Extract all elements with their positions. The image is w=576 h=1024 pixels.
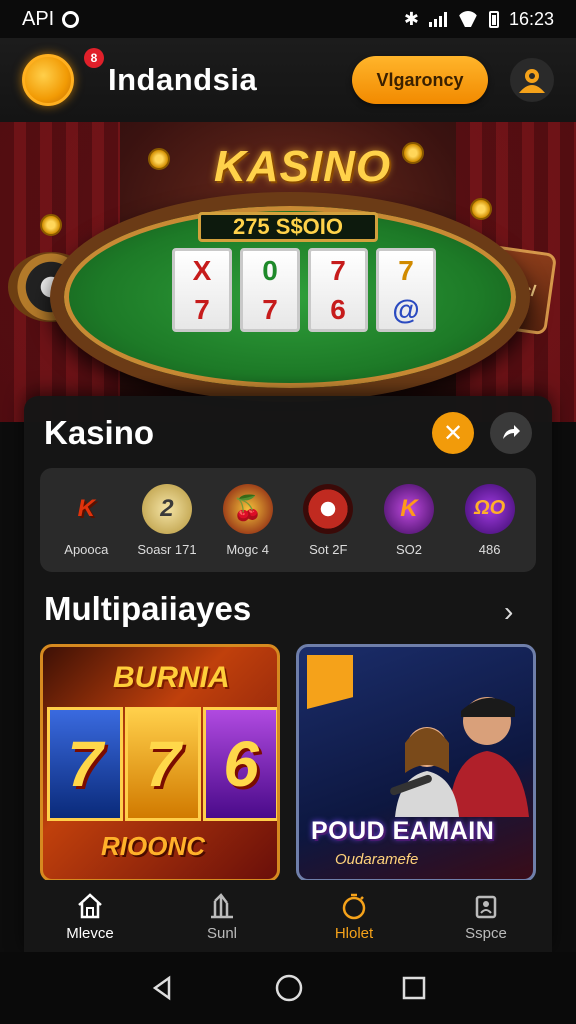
- coin-icon: [402, 142, 424, 164]
- chevron-right-icon[interactable]: ›: [504, 596, 513, 628]
- carrier-label: API: [22, 7, 55, 30]
- chart-icon: [211, 892, 233, 918]
- game-item[interactable]: ◎ Sot 2F: [292, 483, 364, 557]
- card-tag-icon: [307, 655, 353, 709]
- notification-badge[interactable]: 8: [84, 48, 104, 68]
- cherry-icon: 🍒: [222, 483, 273, 534]
- game-item[interactable]: K SO2: [373, 483, 445, 557]
- profile-avatar[interactable]: [510, 58, 554, 102]
- tab-hot[interactable]: Hlolet: [288, 880, 420, 952]
- battery-icon: [488, 10, 499, 28]
- tab-label: Sunl: [206, 924, 238, 942]
- slot-reel: 7 @: [376, 248, 436, 332]
- slot-reel: 07: [240, 248, 300, 332]
- game-label: SO2: [395, 541, 422, 557]
- coin-icon: [470, 198, 492, 220]
- game-label: Mogc 4: [226, 541, 269, 557]
- jackpot-ticker: 275 S$OIO: [198, 212, 378, 242]
- game-item[interactable]: 2 Soasr 171: [131, 483, 203, 557]
- game-shortcuts: K Apooca 2 Soasr 171 🍒 Mogc 4 ◎ Sot 2F K…: [40, 468, 536, 572]
- timer-icon: [342, 893, 366, 919]
- app-logo-icon[interactable]: [22, 54, 74, 106]
- signal-icon: [428, 11, 447, 27]
- profile-icon: [475, 895, 497, 918]
- game-number-icon: 2: [141, 483, 192, 534]
- slot-reel: 76: [308, 248, 368, 332]
- wifi-icon: [457, 11, 479, 27]
- game-item[interactable]: ΩO 486: [454, 483, 526, 557]
- app-title: Indandsia: [108, 62, 258, 97]
- roulette-icon: ◎: [303, 483, 354, 534]
- home-icon: [78, 892, 102, 918]
- section-title-multiplayer: Multipaiiayes: [44, 590, 252, 627]
- tab-label: Hlolet: [334, 924, 374, 942]
- card-reels: 7 7 6: [47, 707, 277, 821]
- card-reel: 7: [125, 707, 201, 821]
- game-label: 486: [478, 541, 501, 557]
- app-header: 8 Indandsia Vlgaroncy: [0, 38, 576, 122]
- bluetooth-icon: ✱: [403, 8, 419, 29]
- hero-banner[interactable]: Sqandwicl KASINO 275 S$OIO X7 07 76 7@: [0, 122, 576, 422]
- share-icon: [503, 425, 520, 439]
- game-label: Sot 2F: [309, 541, 348, 557]
- sync-icon: [62, 10, 80, 28]
- tab-home[interactable]: Mlevce: [24, 880, 156, 952]
- section-title-kasino: Kasino: [44, 414, 155, 451]
- slot-reels: X7 07 76 7 @: [172, 248, 436, 332]
- card-reel: 6: [203, 707, 277, 821]
- card-subtitle: Oudaramefe: [335, 851, 419, 868]
- tab-stats[interactable]: Sunl: [156, 880, 288, 952]
- slot-reel: X7: [172, 248, 232, 332]
- content-panel: Kasino ✕ K Apooca 2 Soasr 171 🍒 Mogc 4 ◎…: [24, 396, 552, 952]
- system-navigation-bar: [0, 952, 576, 1024]
- game-item[interactable]: 🍒 Mogc 4: [212, 483, 284, 557]
- game-k-icon: K: [77, 494, 95, 522]
- game-k-purple-icon: K: [383, 483, 434, 534]
- status-bar: API ✱ 16:23: [0, 0, 576, 38]
- card-title: POUD EAMAIN: [311, 817, 495, 845]
- game-card-slots[interactable]: BURNIA 7 7 6 RIOONC: [40, 644, 280, 882]
- back-icon[interactable]: [149, 974, 177, 1002]
- avatar-icon: [519, 69, 545, 93]
- card-subtitle: RIOONC: [101, 831, 205, 861]
- players-illustration: [390, 697, 529, 817]
- card-title: BURNIA: [113, 661, 230, 694]
- bottom-tab-bar: Mlevce Sunl Hlolet Sspce: [24, 880, 552, 952]
- game-label: Soasr 171: [137, 541, 197, 557]
- game-card-karaoke[interactable]: POUD EAMAIN Oudaramefe: [296, 644, 536, 882]
- card-reel: 7: [47, 707, 123, 821]
- hero-title: KASINO: [214, 142, 392, 191]
- recents-icon[interactable]: [401, 975, 427, 1001]
- tab-label: Sspce: [465, 924, 507, 942]
- header-cta-button[interactable]: Vlgaroncy: [352, 56, 488, 104]
- game-omega-icon: ΩO: [464, 483, 515, 534]
- coin-icon: [148, 148, 170, 170]
- tab-profile[interactable]: Sspce: [420, 880, 552, 952]
- close-button[interactable]: ✕: [432, 412, 474, 454]
- coin-icon: [40, 214, 62, 236]
- tab-label: Mlevce: [66, 924, 114, 942]
- clock: 16:23: [508, 8, 554, 29]
- share-button[interactable]: [490, 412, 532, 454]
- game-item[interactable]: K Apooca: [50, 484, 122, 557]
- home-circle-icon[interactable]: [274, 973, 304, 1003]
- game-label: Apooca: [64, 541, 109, 557]
